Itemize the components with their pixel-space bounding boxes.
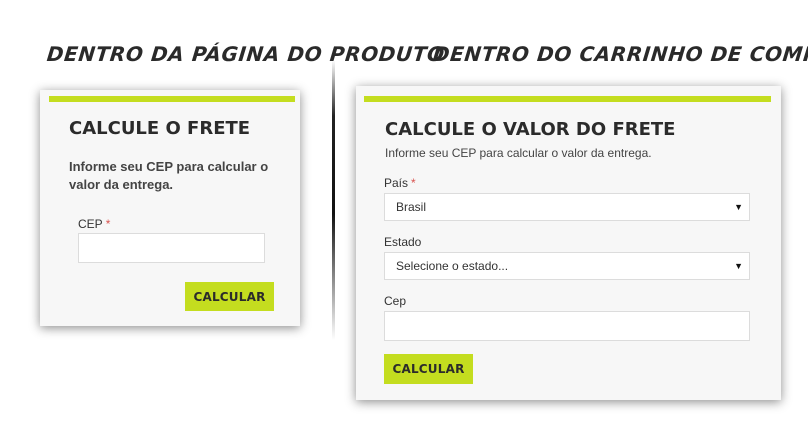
country-label: País * bbox=[384, 176, 416, 190]
calculate-button[interactable]: CALCULAR bbox=[185, 282, 274, 311]
card-description: Informe seu CEP para calcular o valor da… bbox=[385, 146, 652, 160]
state-select-value: Selecione o estado... bbox=[396, 259, 509, 273]
section-divider bbox=[332, 60, 335, 340]
chevron-down-icon: ▼ bbox=[734, 202, 743, 212]
cep-input[interactable] bbox=[78, 233, 265, 263]
country-select[interactable]: Brasil ▼ bbox=[384, 193, 750, 221]
accent-bar bbox=[49, 96, 295, 102]
calculate-button[interactable]: CALCULAR bbox=[384, 354, 473, 384]
state-label: Estado bbox=[384, 235, 422, 249]
product-page-heading: DENTRO DA PÁGINA DO PRODUTO bbox=[45, 42, 446, 66]
accent-bar bbox=[364, 96, 771, 102]
cart-page-heading: DENTRO DO CARRINHO DE COMPRAS bbox=[431, 42, 808, 66]
chevron-down-icon: ▼ bbox=[734, 261, 743, 271]
cart-shipping-card: CALCULE O VALOR DO FRETE Informe seu CEP… bbox=[356, 86, 781, 400]
state-select[interactable]: Selecione o estado... ▼ bbox=[384, 252, 750, 280]
card-title: CALCULE O FRETE bbox=[69, 118, 251, 139]
card-title: CALCULE O VALOR DO FRETE bbox=[385, 119, 676, 140]
cep-label-text: CEP bbox=[78, 217, 103, 231]
cep-input[interactable] bbox=[384, 311, 750, 341]
product-shipping-card: CALCULE O FRETE Informe seu CEP para cal… bbox=[40, 90, 300, 326]
card-description: Informe seu CEP para calcular o valor da… bbox=[69, 159, 269, 192]
country-select-value: Brasil bbox=[396, 200, 427, 214]
country-label-text: País bbox=[384, 176, 409, 190]
cep-label: CEP * bbox=[78, 217, 110, 231]
required-mark: * bbox=[411, 176, 416, 190]
required-mark: * bbox=[105, 217, 111, 231]
cep-label: Cep bbox=[384, 294, 407, 308]
